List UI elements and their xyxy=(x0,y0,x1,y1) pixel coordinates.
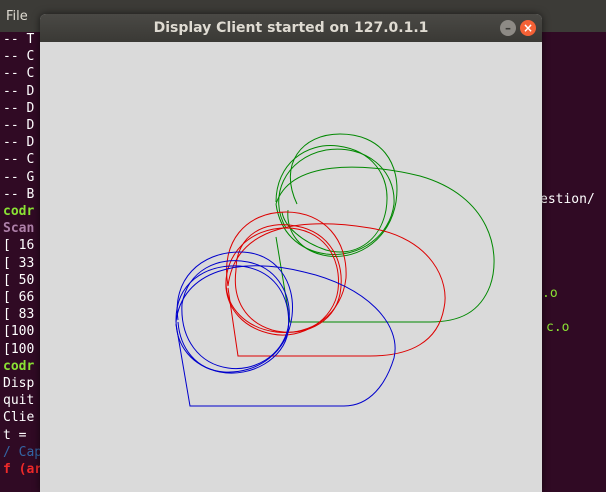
terminal-line: Disp xyxy=(3,376,35,391)
window-title: Display Client started on 127.0.1.1 xyxy=(153,20,429,36)
red-trajectory xyxy=(225,211,446,357)
green-loop-3 xyxy=(275,148,395,255)
terminal-line: t = xyxy=(3,427,27,443)
terminal-line: -- T xyxy=(3,32,35,47)
terminal-line: Clie xyxy=(3,410,35,426)
terminal-line: -- D xyxy=(3,118,35,133)
terminal-line: [100 xyxy=(3,341,35,357)
red-loop-3 xyxy=(225,227,340,336)
drawing-canvas xyxy=(175,133,495,407)
close-button[interactable]: × xyxy=(520,20,536,36)
terminal-line: [ 33 xyxy=(3,255,35,271)
green-loop-2 xyxy=(275,145,388,253)
display-client-window[interactable]: Display Client started on 127.0.1.1 – × xyxy=(40,14,542,492)
green-trajectory xyxy=(275,133,495,323)
terminal-line: -- C xyxy=(3,152,35,168)
terminal-fragment: estion/ xyxy=(540,192,595,207)
window-titlebar[interactable]: Display Client started on 127.0.1.1 – × xyxy=(40,14,542,42)
terminal-line: [ 66 xyxy=(3,290,35,305)
green-teardrop xyxy=(275,166,495,323)
terminal-line: -- C xyxy=(3,49,35,65)
terminal-line: / Cap xyxy=(3,444,43,460)
terminal-line: [ 16 xyxy=(3,238,35,254)
terminal-line: [100 xyxy=(3,324,35,340)
terminal-line: f (ar xyxy=(3,462,43,477)
red-teardrop xyxy=(227,223,446,357)
blue-trajectory xyxy=(175,251,396,407)
terminal-line: codr xyxy=(3,204,35,219)
terminal-line: [ 83 xyxy=(3,307,35,323)
terminal-line: [ 50 xyxy=(3,272,35,288)
terminal-fragment: c.o xyxy=(546,320,570,335)
terminal-line: -- D xyxy=(3,135,35,151)
terminal-line: codr xyxy=(3,358,35,374)
terminal-fragment: .o xyxy=(542,286,558,301)
terminal-line: Scan xyxy=(3,221,35,237)
menu-file[interactable]: File xyxy=(6,9,28,24)
terminal-line: -- G xyxy=(3,169,35,185)
terminal-line: -- D xyxy=(3,100,35,116)
terminal-line: -- B xyxy=(3,186,35,202)
terminal-line: quit xyxy=(3,393,35,409)
terminal-line: -- C xyxy=(3,66,35,82)
minimize-button[interactable]: – xyxy=(500,20,516,36)
terminal-line: -- D xyxy=(3,83,35,99)
